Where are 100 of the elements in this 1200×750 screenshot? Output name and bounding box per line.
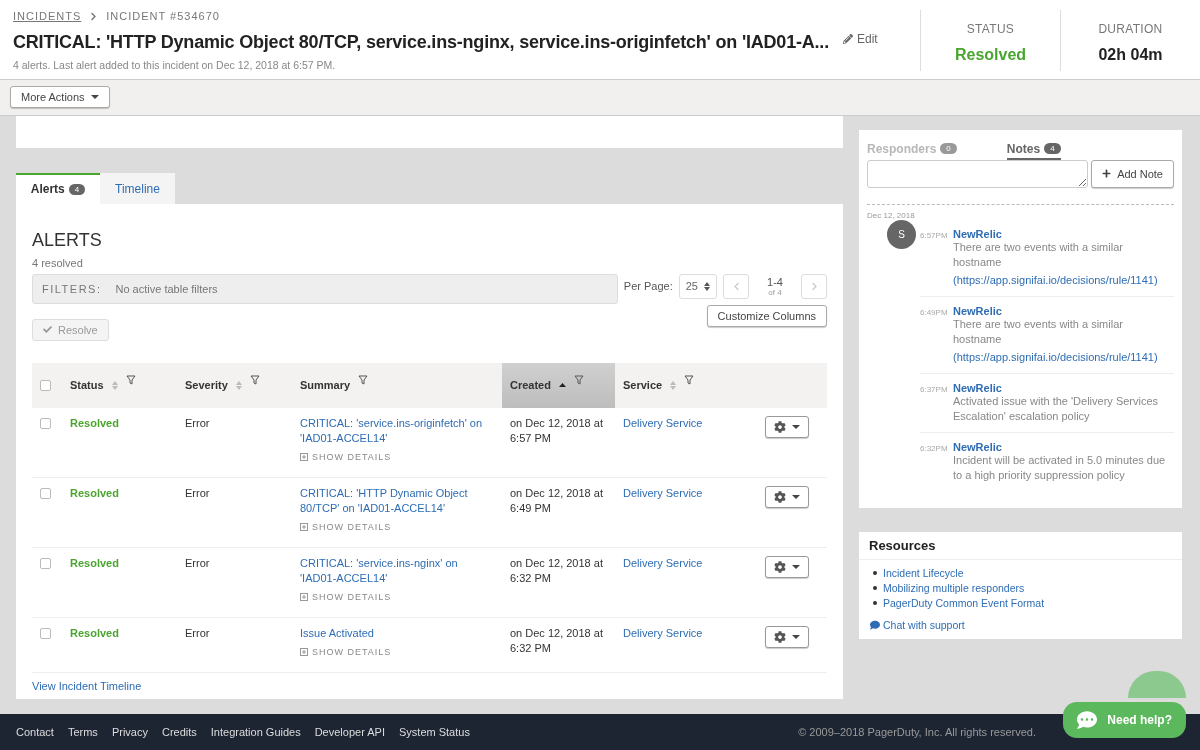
footer-link[interactable]: Terms <box>67 725 98 738</box>
footer-link[interactable]: System Status <box>399 725 470 738</box>
tab[interactable]: Timeline <box>100 172 175 204</box>
breadcrumb-current: INCIDENT #534670 <box>106 10 220 22</box>
severity-text: Error <box>185 556 210 569</box>
status-text: Resolved <box>70 416 119 429</box>
note-text: There are two events with a similar hostname <box>953 316 1124 347</box>
note-author[interactable]: NewRelic <box>953 440 1174 453</box>
guides-bubble[interactable] <box>1128 671 1186 698</box>
note-link[interactable]: (https://app.signifai.io/decisions/rule/1141) <box>953 350 1158 363</box>
chat-icon <box>1077 710 1098 730</box>
more-actions-button[interactable]: More Actions <box>10 85 110 108</box>
column-header[interactable]: Service <box>623 379 663 392</box>
show-details-link[interactable]: SHOW DETAILS <box>300 519 494 535</box>
resource-link[interactable]: PagerDuty Common Event Format <box>883 595 1045 611</box>
footer-link[interactable]: Credits <box>161 725 197 738</box>
note-link[interactable]: (https://app.signifai.io/decisions/rule/1141) <box>953 273 1158 286</box>
column-header[interactable]: Status <box>70 379 104 392</box>
column-header[interactable]: Summary <box>300 379 351 392</box>
note-time: 6:37PM <box>920 384 949 396</box>
tab[interactable]: Alerts 4 <box>16 172 100 204</box>
row-checkbox[interactable] <box>40 557 51 569</box>
gear-icon <box>774 490 786 503</box>
column-header[interactable]: Created <box>510 379 551 392</box>
add-note-button[interactable]: Add Note <box>1091 159 1174 188</box>
sort-ascending-icon[interactable] <box>558 383 566 388</box>
view-timeline-link[interactable]: View Incident Timeline <box>32 679 142 692</box>
customize-columns-button[interactable]: Customize Columns <box>706 304 827 327</box>
stat-label: DURATION <box>1098 22 1163 36</box>
summary-link[interactable]: CRITICAL: 'HTTP Dynamic Object 80/TCP' on 'IAD01-ACCEL14' <box>300 485 494 516</box>
column-header[interactable]: Severity <box>185 379 228 392</box>
note-author[interactable]: NewRelic <box>953 227 1174 240</box>
resolved-count: 4 resolved <box>32 256 84 269</box>
footer-link[interactable]: Contact <box>16 725 54 738</box>
created-text: on Dec 12, 2018 at 6:32 PM <box>510 626 603 654</box>
resource-link[interactable]: Incident Lifecycle <box>883 565 964 581</box>
service-link[interactable]: Delivery Service <box>623 485 703 501</box>
page-range: 1-4 <box>767 275 783 288</box>
created-text: on Dec 12, 2018 at 6:57 PM <box>510 416 603 444</box>
filter-icon[interactable] <box>358 375 369 386</box>
gear-icon <box>774 420 786 433</box>
severity-text: Error <box>185 416 210 429</box>
status-text: Resolved <box>70 486 119 499</box>
row-actions-button[interactable] <box>765 625 809 648</box>
note-author[interactable]: NewRelic <box>953 304 1174 317</box>
gear-icon <box>774 630 786 643</box>
service-link[interactable]: Delivery Service <box>623 625 703 641</box>
plus-box-icon <box>300 648 308 657</box>
plus-box-icon <box>300 593 308 602</box>
breadcrumb-link[interactable]: INCIDENTS <box>13 10 82 22</box>
filter-icon[interactable] <box>249 375 260 386</box>
chevron-left-icon <box>731 281 741 291</box>
stat-label: STATUS <box>966 22 1015 36</box>
severity-text: Error <box>185 486 210 499</box>
status-text: Resolved <box>70 556 119 569</box>
filters-label: FILTERS: <box>42 282 102 295</box>
show-details-link[interactable]: SHOW DETAILS <box>300 449 494 465</box>
footer-link[interactable]: Integration Guides <box>210 725 301 738</box>
footer-link[interactable]: Privacy <box>111 725 148 738</box>
row-checkbox[interactable] <box>40 627 51 639</box>
sort-icon[interactable] <box>704 281 710 291</box>
service-link[interactable]: Delivery Service <box>623 555 703 571</box>
previous-page-button[interactable] <box>723 273 749 299</box>
chat-support-link[interactable]: Chat with support <box>870 618 1182 631</box>
status-text: Resolved <box>70 626 119 639</box>
chevron-icon <box>89 11 99 21</box>
filter-icon[interactable] <box>125 375 136 386</box>
row-actions-button[interactable] <box>765 555 809 578</box>
page-total: of 4 <box>768 287 782 297</box>
note-input[interactable] <box>867 159 1089 188</box>
alerts-heading: ALERTS <box>32 229 103 251</box>
incident-title: CRITICAL: 'HTTP Dynamic Object 80/TCP, service.ins-nginx, service.ins-originfetch' on 'IAD01-A... <box>13 32 829 53</box>
note-time: 6:49PM <box>920 307 949 319</box>
row-actions-button[interactable] <box>765 415 809 438</box>
per-page-select[interactable]: 25 <box>678 273 717 299</box>
service-link[interactable]: Delivery Service <box>623 415 703 431</box>
note-author[interactable]: NewRelic <box>953 381 1174 394</box>
plus-box-icon <box>300 523 308 532</box>
created-text: on Dec 12, 2018 at 6:49 PM <box>510 486 603 514</box>
per-page-label: Per Page: <box>623 280 673 293</box>
summary-link[interactable]: CRITICAL: 'service.ins-originfetch' on 'IAD01-ACCEL14' <box>300 415 494 446</box>
show-details-link[interactable]: SHOW DETAILS <box>300 589 494 605</box>
row-actions-button[interactable] <box>765 485 809 508</box>
row-checkbox[interactable] <box>40 487 51 499</box>
plus-icon <box>1102 169 1112 179</box>
show-details-link[interactable]: SHOW DETAILS <box>300 644 494 660</box>
footer-link[interactable]: Developer API <box>314 725 385 738</box>
bullet-icon <box>873 571 877 576</box>
edit-link[interactable]: Edit <box>843 32 878 46</box>
severity-text: Error <box>185 626 210 639</box>
note-text: Activated issue with the 'Delivery Services Escalation' escalation policy <box>953 393 1160 424</box>
select-all-checkbox[interactable] <box>40 379 51 391</box>
copyright-text: © 2009–2018 PagerDuty, Inc. All rights reserved. <box>798 725 1036 738</box>
summary-link[interactable]: Issue Activated <box>300 625 374 641</box>
row-checkbox[interactable] <box>40 417 51 429</box>
filter-icon[interactable] <box>573 375 584 386</box>
resource-link[interactable]: Mobilizing multiple responders <box>883 580 1025 596</box>
next-page-button[interactable] <box>801 273 827 299</box>
filter-icon[interactable] <box>684 375 695 386</box>
summary-link[interactable]: CRITICAL: 'service.ins-nginx' on 'IAD01-ACCEL14' <box>300 555 494 586</box>
